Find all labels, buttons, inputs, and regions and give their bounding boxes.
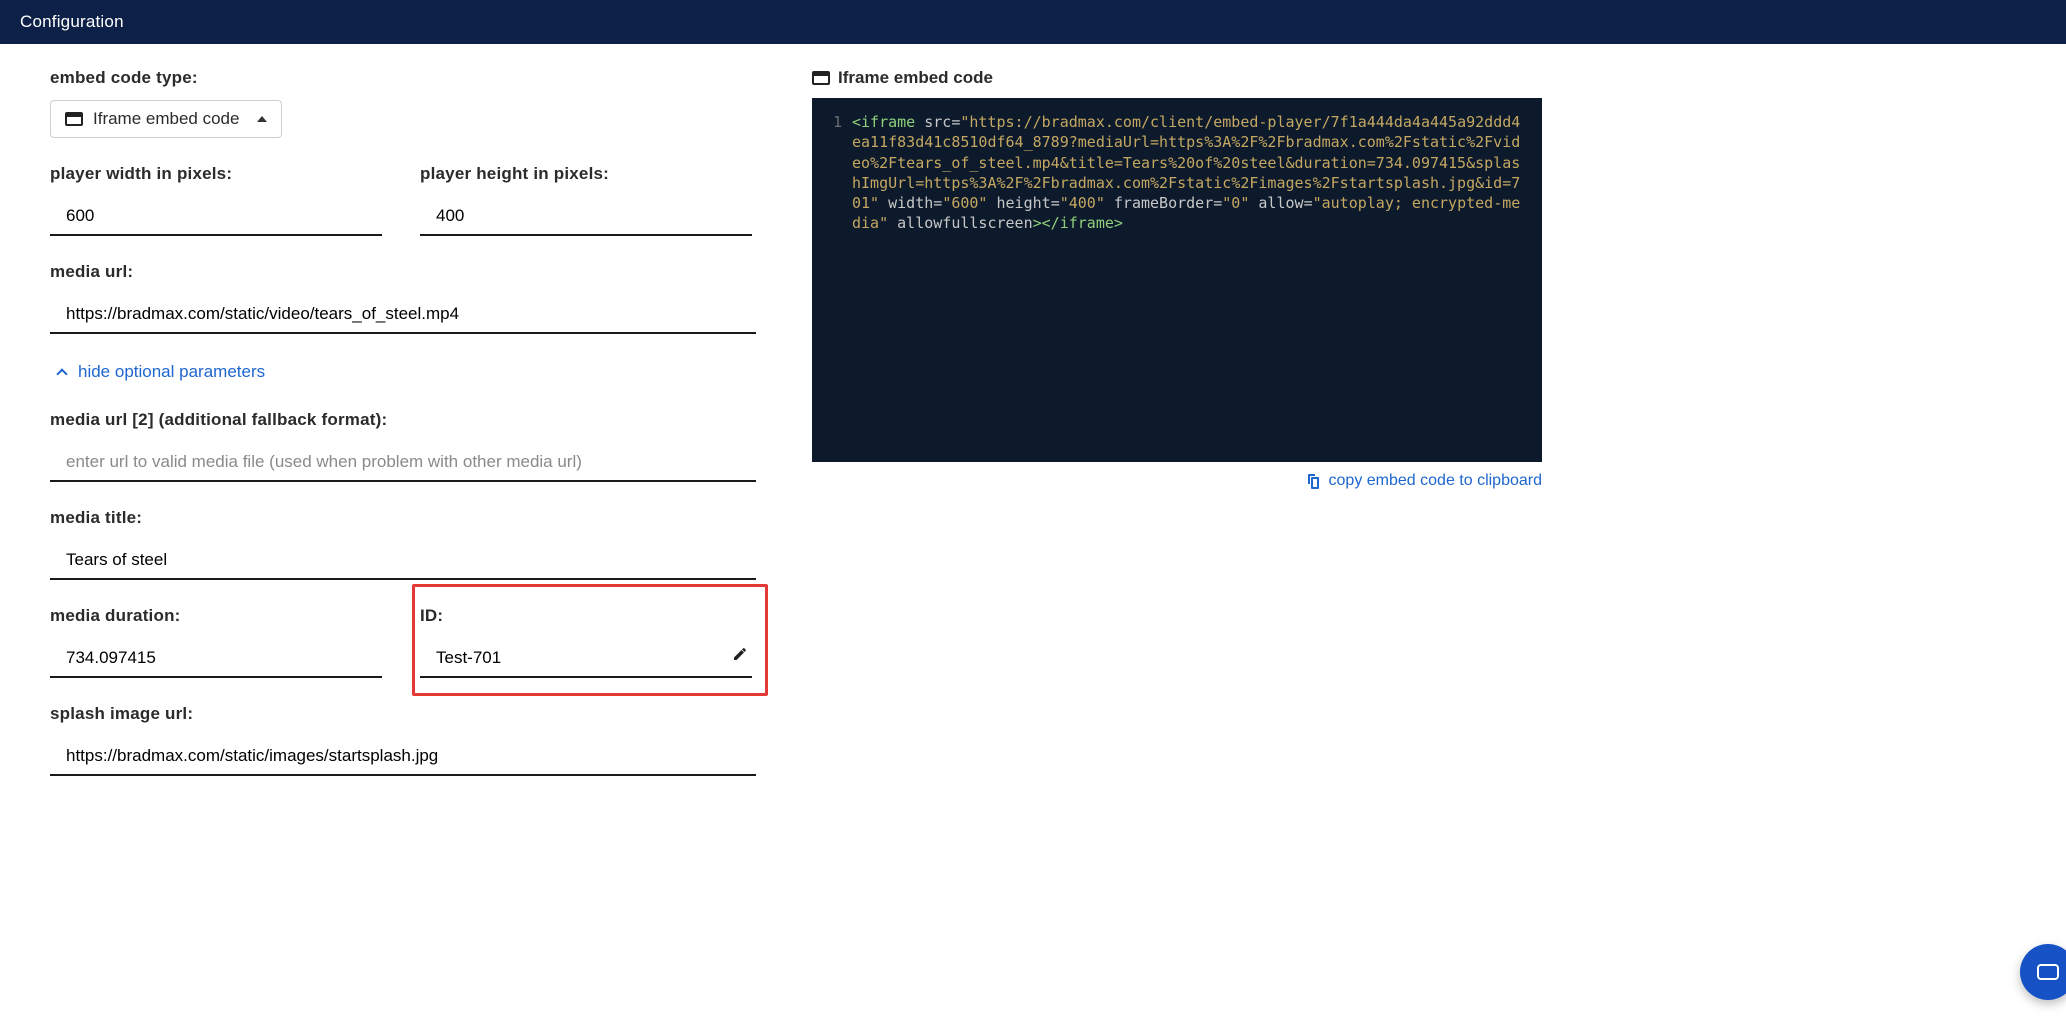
iframe-icon [812, 71, 830, 85]
id-field: ID: [420, 606, 756, 678]
media-title-label: media title: [50, 508, 756, 528]
splash-url-field: splash image url: [50, 704, 756, 776]
iframe-icon [65, 112, 83, 126]
caret-up-icon [257, 116, 267, 122]
embed-code-block[interactable]: 1 <iframe src="https://bradmax.com/clien… [812, 98, 1542, 462]
embed-code-type-value: Iframe embed code [93, 109, 239, 129]
toggle-optional-parameters[interactable]: hide optional parameters [50, 360, 265, 384]
media-duration-field: media duration: [50, 606, 386, 678]
pencil-icon[interactable] [732, 646, 748, 662]
embed-code-type-label: embed code type: [50, 68, 756, 88]
code-panel: Iframe embed code 1 <iframe src="https:/… [812, 68, 1542, 802]
line-number: 1 [824, 112, 842, 234]
media-title-input[interactable] [50, 540, 756, 580]
splash-url-input[interactable] [50, 736, 756, 776]
media-duration-input[interactable] [50, 638, 382, 678]
id-input[interactable] [420, 638, 752, 678]
embed-code-type-select[interactable]: Iframe embed code [50, 100, 282, 138]
id-label: ID: [420, 606, 756, 626]
form-panel: embed code type: Iframe embed code playe… [50, 68, 756, 802]
code-panel-header: Iframe embed code [812, 68, 1542, 88]
player-height-field: player height in pixels: [420, 164, 756, 236]
media-url-2-input[interactable] [50, 442, 756, 482]
media-url-field: media url: [50, 262, 756, 334]
embed-code-type-field: embed code type: Iframe embed code [50, 68, 756, 138]
chevron-up-icon [56, 368, 67, 379]
player-height-input[interactable] [420, 196, 752, 236]
chat-icon [2037, 964, 2059, 980]
toggle-optional-label: hide optional parameters [78, 362, 265, 382]
player-width-label: player width in pixels: [50, 164, 386, 184]
player-height-label: player height in pixels: [420, 164, 756, 184]
copy-embed-code-link[interactable]: copy embed code to clipboard [1305, 472, 1542, 490]
media-duration-label: media duration: [50, 606, 386, 626]
copy-row: copy embed code to clipboard [812, 472, 1542, 490]
copy-embed-code-label: copy embed code to clipboard [1329, 472, 1542, 490]
media-url-2-field: media url [2] (additional fallback forma… [50, 410, 756, 482]
content: embed code type: Iframe embed code playe… [0, 44, 2066, 862]
topbar: Configuration [0, 0, 2066, 44]
code-panel-title: Iframe embed code [838, 68, 993, 88]
page-title: Configuration [20, 12, 124, 32]
media-url-2-label: media url [2] (additional fallback forma… [50, 410, 756, 430]
embed-code-text: <iframe src="https://bradmax.com/client/… [852, 112, 1524, 234]
player-width-input[interactable] [50, 196, 382, 236]
toggle-optional-row: hide optional parameters [50, 360, 756, 384]
chat-widget[interactable] [2020, 944, 2066, 1000]
splash-url-label: splash image url: [50, 704, 756, 724]
media-url-input[interactable] [50, 294, 756, 334]
player-width-field: player width in pixels: [50, 164, 386, 236]
clipboard-icon [1305, 473, 1321, 489]
media-title-field: media title: [50, 508, 756, 580]
media-url-label: media url: [50, 262, 756, 282]
